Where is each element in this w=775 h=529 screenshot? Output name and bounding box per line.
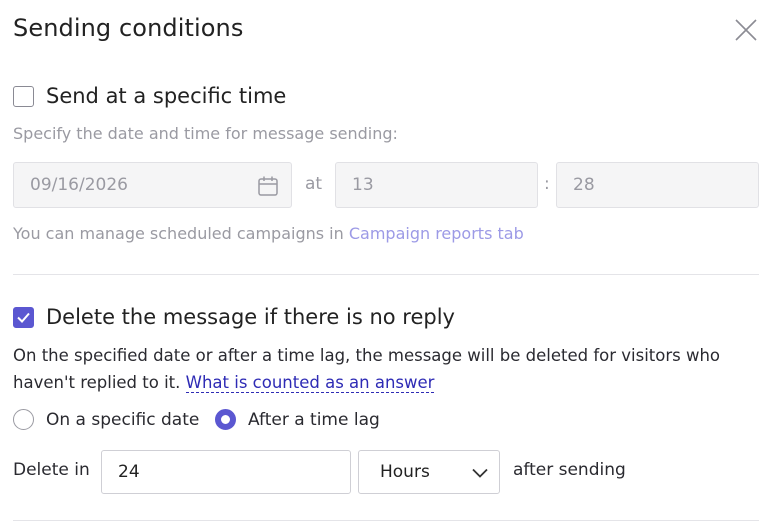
bottom-divider <box>13 520 759 521</box>
delete-description: On the specified date or after a time la… <box>13 342 753 396</box>
schedule-hint: Specify the date and time for message se… <box>13 124 398 143</box>
close-icon <box>735 19 757 41</box>
radio-specific-date-label: On a specific date <box>46 409 200 430</box>
time-unit-select[interactable]: Hours <box>358 450 500 494</box>
close-button[interactable] <box>734 18 758 42</box>
radio-time-lag-control[interactable] <box>215 409 236 430</box>
after-sending-label: after sending <box>513 460 626 480</box>
schedule-checkbox-label: Send at a specific time <box>46 84 287 108</box>
radio-time-lag-label: After a time lag <box>248 409 380 430</box>
manage-text: You can manage scheduled campaigns in <box>13 224 349 243</box>
delete-amount-value: 24 <box>118 462 140 482</box>
radio-specific-date-control[interactable] <box>13 409 34 430</box>
radio-specific-date[interactable]: On a specific date <box>13 409 199 430</box>
answer-info-link[interactable]: What is counted as an answer <box>185 373 435 393</box>
chevron-down-icon <box>472 468 488 478</box>
minutes-input[interactable]: 28 <box>556 162 759 208</box>
minutes-value: 28 <box>573 175 595 195</box>
manage-hint: You can manage scheduled campaigns in Ca… <box>13 224 524 243</box>
time-separator: : <box>544 174 550 194</box>
delete-checkbox-row[interactable]: Delete the message if there is no reply <box>13 305 455 329</box>
schedule-checkbox-row[interactable]: Send at a specific time <box>13 84 286 108</box>
campaign-reports-link[interactable]: Campaign reports tab <box>349 224 524 243</box>
delete-amount-input[interactable]: 24 <box>101 450 351 494</box>
dialog-title: Sending conditions <box>13 14 244 42</box>
time-unit-value: Hours <box>380 462 430 482</box>
schedule-checkbox[interactable] <box>13 85 34 107</box>
hours-input[interactable]: 13 <box>335 162 538 208</box>
delete-checkbox[interactable] <box>13 306 34 328</box>
date-input[interactable]: 09/16/2026 <box>13 162 292 208</box>
radio-time-lag[interactable]: After a time lag <box>215 409 380 430</box>
calendar-icon[interactable] <box>257 175 279 197</box>
date-value: 09/16/2026 <box>30 175 128 195</box>
checkmark-icon <box>17 312 30 323</box>
hours-value: 13 <box>352 175 374 195</box>
delete-in-label: Delete in <box>13 460 90 480</box>
section-divider <box>13 274 759 275</box>
at-label: at <box>305 174 323 194</box>
delete-checkbox-label: Delete the message if there is no reply <box>46 305 455 329</box>
